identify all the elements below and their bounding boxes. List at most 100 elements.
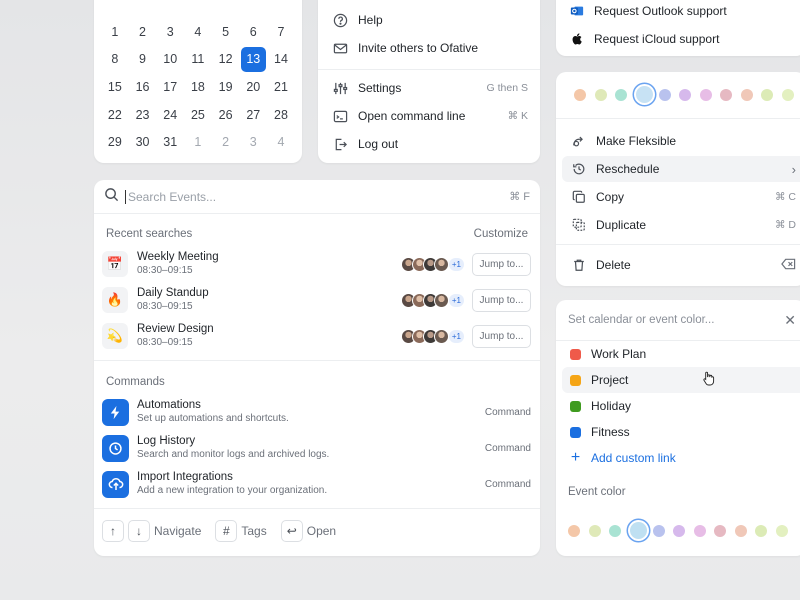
- calendar-day[interactable]: 4: [267, 128, 295, 156]
- color-dot-selected[interactable]: [635, 86, 653, 103]
- day-number: 25: [190, 107, 205, 122]
- calendar-day[interactable]: 9: [129, 46, 157, 74]
- calendar-day[interactable]: 27: [239, 101, 267, 129]
- calendar-day-selected[interactable]: 13: [239, 46, 267, 74]
- event-color-dot[interactable]: [652, 524, 665, 537]
- calendar-day[interactable]: 14: [267, 46, 295, 74]
- event-color-dot[interactable]: [693, 524, 706, 537]
- color-dot[interactable]: [740, 88, 753, 101]
- calendar-day[interactable]: 3: [156, 18, 184, 46]
- delete-item[interactable]: Delete: [562, 252, 800, 278]
- calendar-day[interactable]: 3: [239, 128, 267, 156]
- menu-divider: [556, 244, 800, 245]
- avatar: [433, 292, 449, 308]
- calendar-color-option[interactable]: Holiday: [562, 393, 800, 419]
- calendar-day[interactable]: 7: [267, 18, 295, 46]
- color-dot[interactable]: [574, 88, 586, 101]
- calendar-day[interactable]: 21: [267, 73, 295, 101]
- color-dot[interactable]: [658, 88, 671, 101]
- logout-item[interactable]: Log out: [332, 131, 528, 157]
- calendar-day[interactable]: 25: [184, 101, 212, 129]
- calendar-day[interactable]: 15: [101, 73, 129, 101]
- make-flexible-item[interactable]: Make Fleksible: [562, 128, 800, 154]
- calendar-day[interactable]: 11: [184, 46, 212, 74]
- calendar-day[interactable]: 6: [239, 18, 267, 46]
- calendar-day[interactable]: 2: [129, 18, 157, 46]
- add-custom-link[interactable]: + Add custom link: [562, 445, 800, 471]
- event-color-dot[interactable]: [755, 524, 767, 537]
- jump-to-button[interactable]: Jump to...: [472, 288, 531, 312]
- calendar-day[interactable]: 18: [184, 73, 212, 101]
- command-line-item[interactable]: Open command line ⌘ K: [332, 103, 528, 129]
- calendar-day[interactable]: 10: [156, 46, 184, 74]
- calendar-color-option[interactable]: Work Plan: [562, 341, 800, 367]
- recent-event-row[interactable]: 💫 Review Design 08:30–09:15 +1 Jump to...: [102, 320, 531, 352]
- color-dot[interactable]: [720, 88, 732, 101]
- day-number: 1: [194, 135, 202, 150]
- event-color-dot[interactable]: [673, 524, 685, 537]
- calendar-color-option[interactable]: Project: [562, 367, 800, 393]
- jump-to-button[interactable]: Jump to...: [472, 324, 531, 348]
- calendar-day[interactable]: 12: [212, 46, 240, 74]
- recent-event-row[interactable]: 🔥 Daily Standup 08:30–09:15 +1 Jump to...: [102, 284, 531, 316]
- calendar-color-option[interactable]: Fitness: [562, 419, 800, 445]
- event-color-dot-selected[interactable]: [629, 522, 647, 539]
- help-item[interactable]: Help: [332, 7, 528, 33]
- day-number: 10: [163, 52, 178, 67]
- calendar-day[interactable]: 17: [156, 73, 184, 101]
- outlook-support-item[interactable]: Request Outlook support: [570, 0, 800, 24]
- close-icon[interactable]: ✕: [784, 312, 796, 329]
- color-dot[interactable]: [781, 88, 794, 101]
- jump-to-button[interactable]: Jump to...: [472, 252, 531, 276]
- make-flexible-label: Make Fleksible: [596, 134, 677, 148]
- calendar-day[interactable]: 1: [101, 18, 129, 46]
- color-dot[interactable]: [761, 88, 773, 101]
- event-color-dot[interactable]: [588, 524, 601, 537]
- navigate-hint: Navigate: [154, 524, 202, 538]
- calendar-day[interactable]: 31: [156, 128, 184, 156]
- calendar-day[interactable]: 1: [184, 128, 212, 156]
- calendar-day[interactable]: 5: [212, 18, 240, 46]
- color-dot[interactable]: [679, 88, 691, 101]
- calendar-day[interactable]: 30: [129, 128, 157, 156]
- calendar-day[interactable]: 8: [101, 46, 129, 74]
- command-row[interactable]: Import Integrations Add a new integratio…: [102, 468, 531, 500]
- settings-item[interactable]: Settings G then S: [332, 75, 528, 101]
- customize-link[interactable]: Customize: [474, 228, 528, 240]
- event-color-dot[interactable]: [609, 524, 621, 537]
- more-attendees-badge: +1: [448, 329, 464, 343]
- calendar-day[interactable]: 24: [156, 101, 184, 129]
- recent-event-row[interactable]: 📅 Weekly Meeting 08:30–09:15 +1 Jump to...: [102, 248, 531, 280]
- color-dot[interactable]: [699, 88, 712, 101]
- event-color-dot[interactable]: [568, 524, 580, 537]
- calendar-day[interactable]: 22: [101, 101, 129, 129]
- calendar-name: Work Plan: [591, 347, 647, 361]
- menu-divider: [556, 118, 800, 119]
- more-attendees-badge: +1: [448, 293, 464, 307]
- calendar-day[interactable]: 29: [101, 128, 129, 156]
- event-color-dot[interactable]: [714, 524, 726, 537]
- calendar-day[interactable]: 16: [129, 73, 157, 101]
- calendar-day[interactable]: 19: [212, 73, 240, 101]
- command-row[interactable]: Log History Search and monitor logs and …: [102, 432, 531, 464]
- search-input[interactable]: Search Events...: [125, 189, 509, 204]
- calendar-day[interactable]: 23: [129, 101, 157, 129]
- command-row[interactable]: Automations Set up automations and short…: [102, 396, 531, 428]
- calendar-day[interactable]: 20: [239, 73, 267, 101]
- invite-item[interactable]: Invite others to Ofative: [332, 35, 528, 61]
- event-color-dot[interactable]: [775, 524, 788, 537]
- icloud-support-item[interactable]: Request iCloud support: [570, 26, 800, 52]
- calendar-day[interactable]: 2: [212, 128, 240, 156]
- copy-item[interactable]: Copy ⌘ C: [562, 184, 800, 210]
- day-number: 5: [222, 24, 230, 39]
- reschedule-item[interactable]: Reschedule ›: [562, 156, 800, 182]
- color-dot[interactable]: [615, 88, 627, 101]
- day-number: 14: [274, 52, 288, 67]
- duplicate-item[interactable]: Duplicate ⌘ D: [562, 212, 800, 238]
- calendar-day[interactable]: 28: [267, 101, 295, 129]
- calendar-day[interactable]: 26: [212, 101, 240, 129]
- day-number: 31: [163, 135, 178, 150]
- calendar-day[interactable]: 4: [184, 18, 212, 46]
- color-dot[interactable]: [594, 88, 607, 101]
- event-color-dot[interactable]: [734, 524, 747, 537]
